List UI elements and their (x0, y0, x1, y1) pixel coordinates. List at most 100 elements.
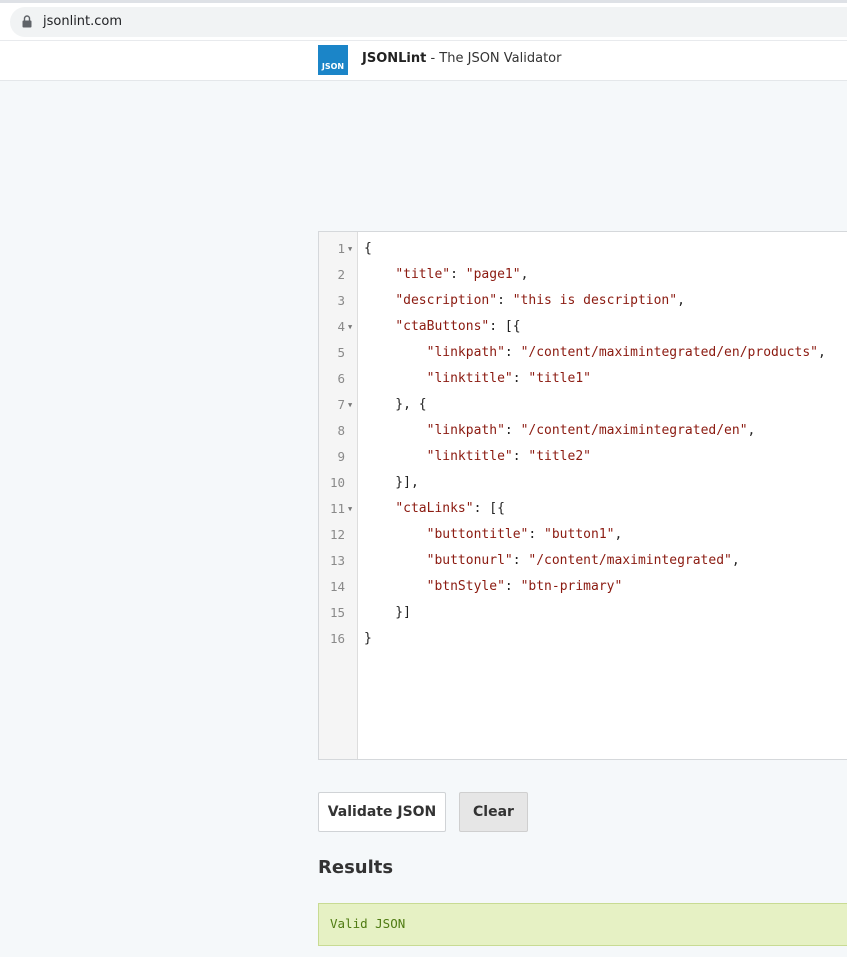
json-logo[interactable]: JSON (318, 45, 348, 75)
line-number: 4 (337, 319, 345, 334)
code-text: }, { (364, 392, 427, 418)
code-text: "linktitle": "title2" (364, 444, 591, 470)
json-punctuation: : (450, 267, 466, 282)
json-punctuation (364, 553, 427, 568)
code-line[interactable]: 7 ▼ }, { (319, 392, 847, 418)
json-string: "title2" (528, 449, 591, 464)
code-text: "title": "page1", (364, 262, 528, 288)
code-line[interactable]: 5 "linkpath": "/content/maximintegrated/… (319, 340, 847, 366)
json-key: "linktitle" (426, 449, 513, 464)
result-message-box: Valid JSON (318, 903, 847, 946)
json-key: "ctaLinks" (395, 501, 474, 516)
json-punctuation: { (364, 241, 372, 256)
json-editor[interactable]: 1 ▼{2 "title": "page1", 3 "description": "… (318, 231, 847, 760)
code-text: "buttonurl": "/content/maximintegrated", (364, 548, 740, 574)
fold-arrow-icon[interactable]: ▼ (348, 392, 352, 418)
results-heading: Results (318, 857, 394, 878)
code-line[interactable]: 6 "linktitle": "title1" (319, 366, 847, 392)
code-text: "btnStyle": "btn-primary" (364, 574, 623, 600)
json-punctuation: : (512, 371, 529, 386)
json-punctuation (364, 527, 427, 542)
json-string: "this is description" (512, 293, 678, 308)
site-header: JSON JSONLint - The JSON Validator (0, 40, 847, 81)
json-string: "/content/maximintegrated/en" (520, 423, 748, 438)
line-number: 16 (329, 631, 345, 646)
json-punctuation: , (520, 267, 529, 282)
validate-json-button[interactable]: Validate JSON (318, 792, 446, 832)
line-number: 5 (337, 345, 345, 360)
json-string: "page1" (465, 267, 521, 282)
code-text: }] (364, 600, 411, 626)
code-line[interactable]: 3 "description": "this is description", (319, 288, 847, 314)
line-number: 12 (329, 527, 345, 542)
json-punctuation: , (747, 423, 756, 438)
json-punctuation: : (504, 345, 521, 360)
code-line[interactable]: 8 "linkpath": "/content/maximintegrated/… (319, 418, 847, 444)
site-brand[interactable]: JSONLint - The JSON Validator (362, 51, 561, 66)
brand-tagline: - The JSON Validator (426, 51, 562, 66)
code-line[interactable]: 13 "buttonurl": "/content/maximintegrate… (319, 548, 847, 574)
code-line[interactable]: 10 }], (319, 470, 847, 496)
json-key: "buttonurl" (426, 553, 513, 568)
json-punctuation: } (364, 631, 372, 646)
line-number: 11 (329, 501, 345, 516)
code-text: "linkpath": "/content/maximintegrated/en… (364, 418, 756, 444)
code-line[interactable]: 14 "btnStyle": "btn-primary" (319, 574, 847, 600)
code-text: "buttontitle": "button1", (364, 522, 623, 548)
fold-arrow-icon[interactable]: ▼ (348, 496, 352, 522)
code-line[interactable]: 1 ▼ { (319, 236, 847, 262)
json-punctuation (364, 449, 427, 464)
json-punctuation: : (512, 449, 529, 464)
code-text: "ctaLinks": [{ (364, 496, 505, 522)
json-punctuation: }, { (364, 397, 427, 412)
code-line[interactable]: 15 }] (319, 600, 847, 626)
fold-arrow-icon[interactable]: ▼ (348, 314, 352, 340)
code-line[interactable]: 9 "linktitle": "title2" (319, 444, 847, 470)
line-number: 2 (337, 267, 345, 282)
json-string: "/content/maximintegrated" (528, 553, 732, 568)
json-punctuation (364, 267, 395, 282)
result-message: Valid JSON (330, 916, 406, 931)
json-punctuation (364, 501, 395, 516)
code-text: "ctaButtons": [{ (364, 314, 520, 340)
json-string: "title1" (528, 371, 591, 386)
code-text: "linktitle": "title1" (364, 366, 591, 392)
json-punctuation: }], (364, 475, 419, 490)
json-punctuation: , (614, 527, 623, 542)
line-number: 9 (337, 449, 345, 464)
json-string: "/content/maximintegrated/en/products" (520, 345, 818, 360)
line-number: 8 (337, 423, 345, 438)
url-text[interactable]: jsonlint.com (43, 14, 122, 29)
code-line[interactable]: 11 ▼ "ctaLinks": [{ (319, 496, 847, 522)
code-text: { (364, 236, 372, 262)
json-punctuation: : [{ (473, 501, 505, 516)
fold-arrow-icon[interactable]: ▼ (348, 236, 352, 262)
json-key: "linkpath" (426, 423, 505, 438)
code-text: "description": "this is description", (364, 288, 685, 314)
line-number: 14 (329, 579, 345, 594)
json-punctuation (364, 319, 395, 334)
json-key: "ctaButtons" (395, 319, 490, 334)
json-key: "buttontitle" (426, 527, 529, 542)
json-punctuation: }] (364, 605, 411, 620)
json-key: "title" (395, 267, 451, 282)
json-punctuation (364, 579, 427, 594)
code-line[interactable]: 2 "title": "page1", (319, 262, 847, 288)
line-number: 7 (337, 397, 345, 412)
code-line[interactable]: 16} (319, 626, 847, 652)
address-bar[interactable]: jsonlint.com (10, 7, 847, 37)
code-lines[interactable]: 1 ▼{2 "title": "page1", 3 "description": "… (319, 236, 847, 652)
json-punctuation (364, 423, 427, 438)
code-line[interactable]: 12 "buttontitle": "button1", (319, 522, 847, 548)
brand-name: JSONLint (362, 51, 427, 66)
json-punctuation: : (497, 293, 513, 308)
json-key: "description" (395, 293, 498, 308)
code-text: } (364, 626, 372, 652)
line-number: 3 (337, 293, 345, 308)
line-number: 1 (337, 241, 345, 256)
lock-icon (22, 15, 32, 28)
code-line[interactable]: 4 ▼ "ctaButtons": [{ (319, 314, 847, 340)
clear-button[interactable]: Clear (459, 792, 528, 832)
json-punctuation: : (512, 553, 529, 568)
json-string: "btn-primary" (520, 579, 623, 594)
